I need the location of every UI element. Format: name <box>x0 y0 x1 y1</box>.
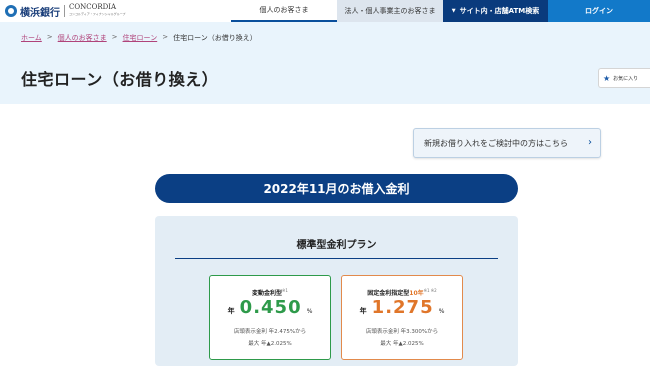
standard-rate-plan-panel: 標準型金利プラン 変動金利型※1 年 0.450 % 店頭表示金利 年2.475… <box>155 216 518 366</box>
partner-logo-text: CONCORDIA <box>69 3 117 11</box>
fixed-rate-card[interactable]: 固定金利指定型10年※1 ※2 年 1.275 % 店頭表示金利 年3.300%… <box>341 275 463 360</box>
nav-tab-corporate[interactable]: 法人・個人事業主のお客さま <box>337 0 443 22</box>
variable-rate-value: 年 0.450 % <box>210 297 330 318</box>
new-loan-link-label: 新規お借り入れをご検討中の方はこちら <box>424 138 568 148</box>
new-loan-link-button[interactable]: 新規お借り入れをご検討中の方はこちら › <box>413 128 601 158</box>
variable-max-discount: 最大 年▲2.025% <box>248 341 292 347</box>
partner-logo-subtext: コンコルディア・フィナンシャルグループ <box>69 12 126 16</box>
nav-tab-atm-search[interactable]: ▼ サイト内・店舗ATM検索 <box>443 0 548 22</box>
fixed-rate-label-text: 固定金利指定型 <box>367 290 410 297</box>
breadcrumb-separator: > <box>162 33 169 41</box>
breadcrumb-separator: > <box>111 33 118 41</box>
rate-month-banner: 2022年11月のお借入金利 <box>155 174 518 203</box>
chevron-right-icon: › <box>588 137 592 148</box>
variable-rate-footnote: ※1 <box>282 288 288 293</box>
variable-rate-label: 変動金利型※1 <box>210 288 330 297</box>
variable-rate-label-text: 変動金利型 <box>252 290 283 297</box>
plan-title-divider <box>175 258 498 259</box>
breadcrumb: ホーム > 個人のお客さま > 住宅ローン > 住宅ローン（お借り換え） <box>21 33 257 43</box>
breadcrumb-home[interactable]: ホーム <box>21 33 42 43</box>
rate-unit: % <box>306 308 313 315</box>
rate-prefix: 年 <box>359 307 367 315</box>
fixed-max-discount: 最大 年▲2.025% <box>380 341 424 347</box>
breadcrumb-personal[interactable]: 個人のお客さま <box>58 33 107 43</box>
page-hero: ホーム > 個人のお客さま > 住宅ローン > 住宅ローン（お借り換え） 住宅ロ… <box>0 22 650 104</box>
favorite-label: お気に入り <box>613 75 639 82</box>
fixed-rate-footnote: ※1 ※2 <box>423 288 437 293</box>
fixed-store-rate: 店頭表示金利 年3.300%から <box>365 329 439 335</box>
rate-prefix: 年 <box>227 307 235 315</box>
rate-unit: % <box>438 308 445 315</box>
page-title: 住宅ローン（お借り換え） <box>21 70 219 89</box>
fixed-rate-term: 10年 <box>409 290 424 297</box>
breadcrumb-housing-loan[interactable]: 住宅ローン <box>123 33 158 43</box>
fixed-rate-value: 年 1.275 % <box>342 297 462 318</box>
bank-logo-text: 横浜銀行 <box>20 7 60 19</box>
site-header: 横浜銀行 CONCORDIA コンコルディア・フィナンシャルグループ 個人のお客… <box>0 0 650 22</box>
variable-store-rate: 店頭表示金利 年2.475%から <box>233 329 307 335</box>
bank-logo[interactable]: 横浜銀行 CONCORDIA コンコルディア・フィナンシャルグループ <box>5 3 126 19</box>
variable-rate-number: 0.450 <box>239 297 302 318</box>
bank-logo-mark-icon <box>5 5 17 17</box>
fixed-rate-label: 固定金利指定型10年※1 ※2 <box>342 288 462 297</box>
partner-logo: CONCORDIA コンコルディア・フィナンシャルグループ <box>69 4 126 18</box>
breadcrumb-current: 住宅ローン（お借り換え） <box>173 34 257 42</box>
star-icon: ★ <box>603 73 611 83</box>
logo-divider <box>64 5 65 17</box>
breadcrumb-separator: > <box>46 33 53 41</box>
nav-tab-atm-label: サイト内・店舗ATM検索 <box>459 7 540 15</box>
triangle-down-icon: ▼ <box>451 8 456 14</box>
fixed-rate-number: 1.275 <box>371 297 434 318</box>
nav-tab-personal[interactable]: 個人のお客さま <box>231 0 337 22</box>
favorite-button[interactable]: ★ お気に入り <box>598 68 650 88</box>
variable-rate-card[interactable]: 変動金利型※1 年 0.450 % 店頭表示金利 年2.475%から 最大 年▲… <box>209 275 331 360</box>
login-button[interactable]: ログイン <box>548 0 650 22</box>
plan-title: 標準型金利プラン <box>296 240 377 251</box>
